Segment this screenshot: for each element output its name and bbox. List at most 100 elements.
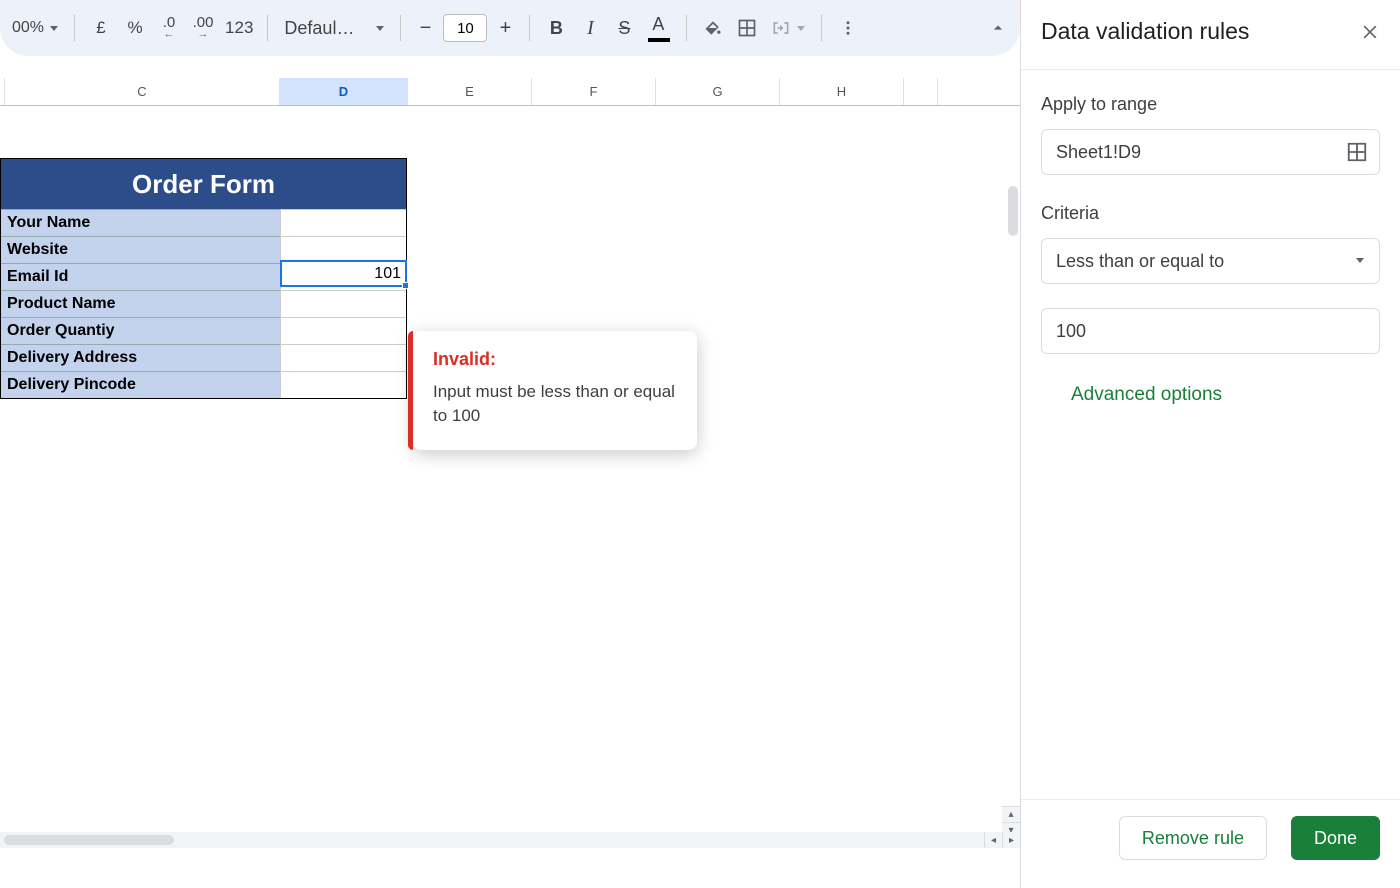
arrow-left-icon: ← bbox=[164, 30, 175, 40]
toolbar-separator bbox=[400, 15, 401, 41]
triangle-left-icon: ◂ bbox=[991, 835, 996, 846]
order-form-value-cell[interactable] bbox=[280, 290, 406, 317]
borders-button[interactable] bbox=[731, 12, 763, 44]
order-form-label: Website bbox=[1, 236, 280, 263]
validation-error-tooltip: Invalid: Input must be less than or equa… bbox=[413, 331, 697, 450]
column-header-F[interactable]: F bbox=[532, 78, 656, 105]
decrease-fontsize-button[interactable]: − bbox=[411, 17, 439, 40]
number-format-button[interactable]: 123 bbox=[221, 12, 257, 44]
order-form-row: Order Quantiy bbox=[1, 317, 406, 344]
apply-to-range-input[interactable] bbox=[1041, 129, 1380, 175]
paint-bucket-icon bbox=[703, 18, 723, 38]
cell-fill-handle[interactable] bbox=[402, 282, 409, 289]
order-form-label: Your Name bbox=[1, 209, 280, 236]
currency-button[interactable]: £ bbox=[85, 12, 117, 44]
toolbar-separator bbox=[529, 15, 530, 41]
order-form-row: Product Name bbox=[1, 290, 406, 317]
caret-down-icon bbox=[797, 26, 805, 31]
column-header-edge[interactable] bbox=[904, 78, 938, 105]
active-cell-value: 101 bbox=[374, 265, 401, 283]
font-family-value: Defaul… bbox=[284, 18, 370, 39]
caret-down-icon bbox=[376, 26, 384, 31]
scroll-right-button[interactable]: ▸ bbox=[1002, 832, 1020, 848]
text-color-letter: A bbox=[652, 14, 664, 35]
data-validation-panel: Data validation rules Apply to range Cri… bbox=[1020, 0, 1400, 888]
scroll-left-button[interactable]: ◂ bbox=[984, 832, 1002, 848]
bold-button[interactable]: B bbox=[540, 12, 572, 44]
column-header-G[interactable]: G bbox=[656, 78, 780, 105]
close-icon bbox=[1360, 22, 1380, 42]
done-button[interactable]: Done bbox=[1291, 816, 1380, 860]
panel-title: Data validation rules bbox=[1041, 18, 1249, 45]
column-header-E[interactable]: E bbox=[408, 78, 532, 105]
order-form-row: Website bbox=[1, 236, 406, 263]
horizontal-scrollbar-track[interactable] bbox=[0, 832, 1002, 848]
column-header-C[interactable]: C bbox=[5, 78, 280, 105]
text-color-underline-icon bbox=[648, 38, 670, 42]
error-title: Invalid: bbox=[433, 349, 677, 370]
order-form-label: Delivery Address bbox=[1, 344, 280, 371]
font-family-dropdown[interactable]: Defaul… bbox=[278, 12, 390, 44]
order-form-row: Delivery Address bbox=[1, 344, 406, 371]
criteria-dropdown[interactable]: Less than or equal to bbox=[1041, 238, 1380, 284]
order-form-label: Email Id bbox=[1, 263, 280, 290]
percent-button[interactable]: % bbox=[119, 12, 151, 44]
toolbar-separator bbox=[686, 15, 687, 41]
font-size-input[interactable] bbox=[443, 14, 487, 42]
toolbar-separator bbox=[267, 15, 268, 41]
zoom-dropdown[interactable]: 00% bbox=[6, 12, 64, 44]
fill-color-button[interactable] bbox=[697, 12, 729, 44]
triangle-up-icon: ▴ bbox=[1008, 809, 1013, 820]
column-header-D[interactable]: D bbox=[280, 78, 408, 105]
increase-decimal-button[interactable]: .00 → bbox=[187, 12, 219, 44]
order-form-value-cell[interactable] bbox=[280, 317, 406, 344]
horizontal-scrollbar-thumb[interactable] bbox=[4, 835, 174, 845]
spreadsheet-grid[interactable]: CDEFGH Order Form Your NameWebsiteEmail … bbox=[0, 56, 1020, 888]
active-cell-d9[interactable]: 101 bbox=[280, 260, 407, 287]
order-form-row: Your Name bbox=[1, 209, 406, 236]
more-toolbar-button[interactable] bbox=[832, 12, 864, 44]
chevron-up-icon bbox=[988, 18, 1008, 38]
increase-fontsize-button[interactable]: + bbox=[491, 17, 519, 40]
strikethrough-button[interactable]: S bbox=[608, 12, 640, 44]
more-vertical-icon bbox=[839, 19, 857, 37]
criteria-threshold-input[interactable] bbox=[1041, 308, 1380, 354]
arrow-right-icon: → bbox=[198, 30, 209, 40]
order-form-value-cell[interactable] bbox=[280, 344, 406, 371]
criteria-label: Criteria bbox=[1041, 203, 1380, 224]
remove-rule-button[interactable]: Remove rule bbox=[1119, 816, 1267, 860]
caret-down-icon bbox=[50, 26, 58, 31]
advanced-options-link[interactable]: Advanced options bbox=[1071, 384, 1222, 406]
order-form-title: Order Form bbox=[1, 159, 406, 209]
merge-cells-dropdown[interactable] bbox=[765, 12, 811, 44]
order-form-value-cell[interactable] bbox=[280, 209, 406, 236]
order-form-row: Delivery Pincode bbox=[1, 371, 406, 398]
close-panel-button[interactable] bbox=[1360, 22, 1380, 42]
collapse-toolbar-button[interactable] bbox=[982, 12, 1014, 44]
caret-down-icon bbox=[1356, 258, 1364, 263]
order-form-range: Order Form Your NameWebsiteEmail IdProdu… bbox=[0, 158, 407, 399]
scroll-up-button[interactable]: ▴ bbox=[1002, 806, 1020, 822]
triangle-right-icon: ▸ bbox=[1009, 835, 1014, 846]
toolbar-separator bbox=[74, 15, 75, 41]
toolbar-separator bbox=[821, 15, 822, 41]
column-headers: CDEFGH bbox=[0, 78, 1020, 106]
order-form-label: Delivery Pincode bbox=[1, 371, 280, 398]
order-form-label: Product Name bbox=[1, 290, 280, 317]
zoom-value: 00% bbox=[12, 19, 44, 37]
toolbar: 00% £ % .0 ← .00 → 123 Defaul… − bbox=[0, 0, 1020, 56]
italic-button[interactable]: I bbox=[574, 12, 606, 44]
apply-to-range-label: Apply to range bbox=[1041, 94, 1380, 115]
merge-cells-icon bbox=[771, 18, 791, 38]
text-color-button[interactable]: A bbox=[642, 12, 676, 44]
error-message: Input must be less than or equal to 100 bbox=[433, 380, 677, 428]
vertical-scrollbar-thumb[interactable] bbox=[1008, 186, 1018, 236]
order-form-value-cell[interactable] bbox=[280, 236, 406, 263]
order-form-value-cell[interactable] bbox=[280, 371, 406, 398]
borders-icon bbox=[737, 18, 757, 38]
order-form-label: Order Quantiy bbox=[1, 317, 280, 344]
decrease-decimal-button[interactable]: .0 ← bbox=[153, 12, 185, 44]
column-header-H[interactable]: H bbox=[780, 78, 904, 105]
criteria-value: Less than or equal to bbox=[1056, 251, 1224, 272]
select-range-button[interactable] bbox=[1346, 141, 1368, 163]
